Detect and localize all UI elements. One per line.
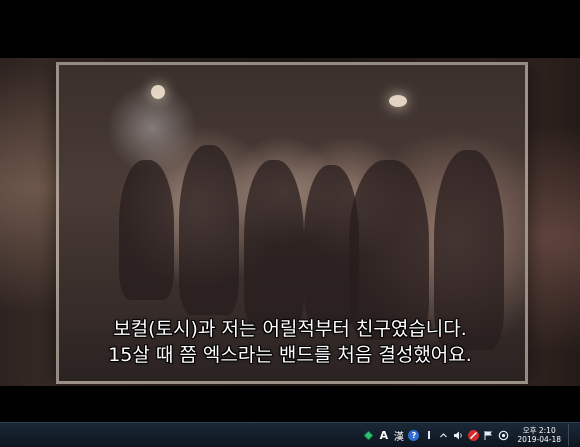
system-tray: A 漢 ? 오후 2:10 2019-04-18 bbox=[363, 423, 580, 447]
network-icon[interactable] bbox=[363, 429, 374, 441]
stage-light bbox=[151, 85, 165, 99]
band-member-figure bbox=[119, 160, 174, 300]
ime-a-icon[interactable]: A bbox=[378, 429, 389, 442]
block-icon[interactable] bbox=[468, 429, 480, 441]
chevron-up-icon[interactable] bbox=[438, 430, 449, 441]
volume-icon[interactable] bbox=[453, 430, 464, 441]
video-player-screen: 보컬(토시)과 저는 어릴적부터 친구였습니다. 15살 때 쯤 엑스라는 밴드… bbox=[0, 0, 580, 447]
band-member-figure bbox=[349, 160, 429, 340]
band-member-figure bbox=[179, 145, 239, 315]
subtitle-line-1: 보컬(토시)과 저는 어릴적부터 친구였습니다. bbox=[113, 318, 467, 340]
show-desktop-button[interactable] bbox=[568, 424, 574, 446]
ime-hanja-icon[interactable]: 漢 bbox=[393, 430, 404, 443]
input-indicator-icon[interactable] bbox=[423, 430, 434, 441]
taskbar: A 漢 ? 오후 2:10 2019-04-18 bbox=[0, 422, 580, 447]
clock[interactable]: 오후 2:10 2019-04-18 bbox=[517, 426, 561, 444]
flag-icon[interactable] bbox=[483, 430, 494, 441]
band-member-figure bbox=[244, 160, 304, 330]
clock-time: 오후 2:10 bbox=[522, 426, 556, 435]
stage-light bbox=[389, 95, 407, 107]
help-icon[interactable]: ? bbox=[408, 429, 420, 441]
settings-icon[interactable] bbox=[498, 430, 509, 441]
clock-date: 2019-04-18 bbox=[517, 435, 561, 444]
subtitle-line-2: 15살 때 쯤 엑스라는 밴드를 처음 결성했어요. bbox=[108, 344, 472, 366]
